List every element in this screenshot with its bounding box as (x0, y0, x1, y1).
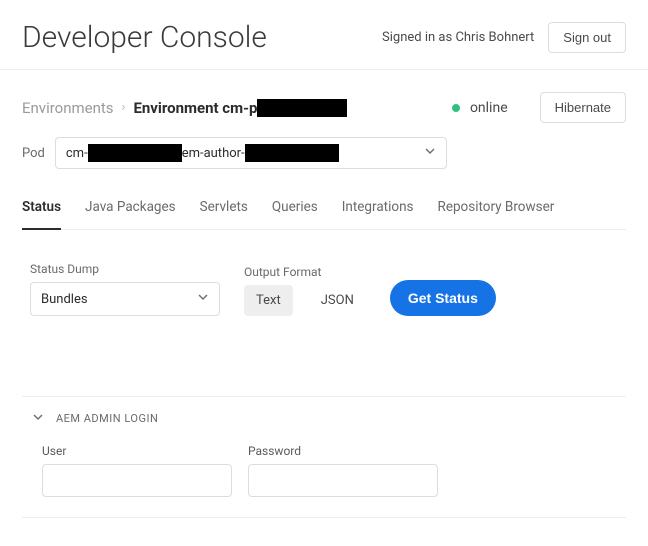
output-format-label: Output Format (244, 265, 366, 279)
pod-value: cm-em-author- (66, 144, 339, 162)
get-status-button[interactable]: Get Status (390, 280, 496, 316)
sign-out-button[interactable]: Sign out (548, 22, 626, 53)
password-field-group: Password (248, 444, 438, 497)
breadcrumb-current: Environment cm-p (133, 99, 347, 117)
status-text: online (470, 100, 508, 116)
format-json[interactable]: JSON (309, 285, 366, 316)
header: Developer Console Signed in as Chris Boh… (0, 0, 648, 70)
tab-servlets[interactable]: Servlets (200, 191, 248, 229)
tab-queries[interactable]: Queries (272, 191, 318, 229)
pod-select[interactable]: cm-em-author- (55, 137, 447, 169)
status-controls: Status Dump Bundles Output Format Text J… (0, 240, 648, 346)
redacted-block (88, 144, 182, 162)
page-title: Developer Console (22, 20, 267, 55)
tabs: Status Java Packages Servlets Queries In… (22, 191, 626, 230)
status-dump-label: Status Dump (30, 262, 220, 276)
pod-row: Pod cm-em-author- (22, 137, 626, 169)
aem-admin-login-title: AEM ADMIN LOGIN (56, 412, 158, 425)
pod-value-mid: em-author- (182, 146, 245, 161)
hibernate-button[interactable]: Hibernate (540, 92, 626, 123)
aem-admin-login-toggle[interactable]: AEM ADMIN LOGIN (32, 411, 616, 436)
tab-integrations[interactable]: Integrations (342, 191, 414, 229)
user-label: User (42, 444, 232, 458)
env-status-group: online Hibernate (452, 92, 626, 123)
login-fields: User Password (32, 436, 616, 497)
signed-in-user: Chris Bohnert (455, 30, 534, 45)
aem-admin-login-panel: AEM ADMIN LOGIN User Password (22, 396, 626, 518)
status-dump-select[interactable]: Bundles (30, 282, 220, 316)
signed-in-text: Signed in as Chris Bohnert (382, 30, 534, 45)
status-dump-group: Status Dump Bundles (30, 262, 220, 316)
output-format-group: Output Format Text JSON (244, 265, 366, 316)
password-input[interactable] (248, 464, 438, 497)
breadcrumb: Environments › Environment cm-p (22, 99, 347, 117)
breadcrumb-current-prefix: Environment cm-p (133, 99, 257, 117)
redacted-block (245, 144, 339, 162)
user-input[interactable] (42, 464, 232, 497)
chevron-right-icon: › (122, 100, 126, 115)
status-dump-value: Bundles (41, 292, 88, 307)
breadcrumb-row: Environments › Environment cm-p online H… (22, 92, 626, 123)
user-field-group: User (42, 444, 232, 497)
output-format-options: Text JSON (244, 285, 366, 316)
chevron-down-icon (197, 291, 209, 307)
tab-status[interactable]: Status (22, 191, 61, 229)
breadcrumb-environments[interactable]: Environments (22, 99, 114, 117)
tab-java-packages[interactable]: Java Packages (85, 191, 176, 229)
env-section: Environments › Environment cm-p online H… (0, 70, 648, 240)
tab-repository-browser[interactable]: Repository Browser (438, 191, 555, 229)
redacted-block (257, 99, 347, 117)
pod-label: Pod (22, 146, 45, 161)
chevron-down-icon (32, 411, 44, 426)
pod-value-prefix: cm- (66, 146, 88, 161)
format-text[interactable]: Text (244, 285, 293, 316)
password-label: Password (248, 444, 438, 458)
status-dot-icon (452, 104, 460, 112)
signed-in-prefix: Signed in as (382, 30, 455, 45)
header-right: Signed in as Chris Bohnert Sign out (382, 22, 626, 53)
chevron-down-icon (424, 145, 436, 161)
